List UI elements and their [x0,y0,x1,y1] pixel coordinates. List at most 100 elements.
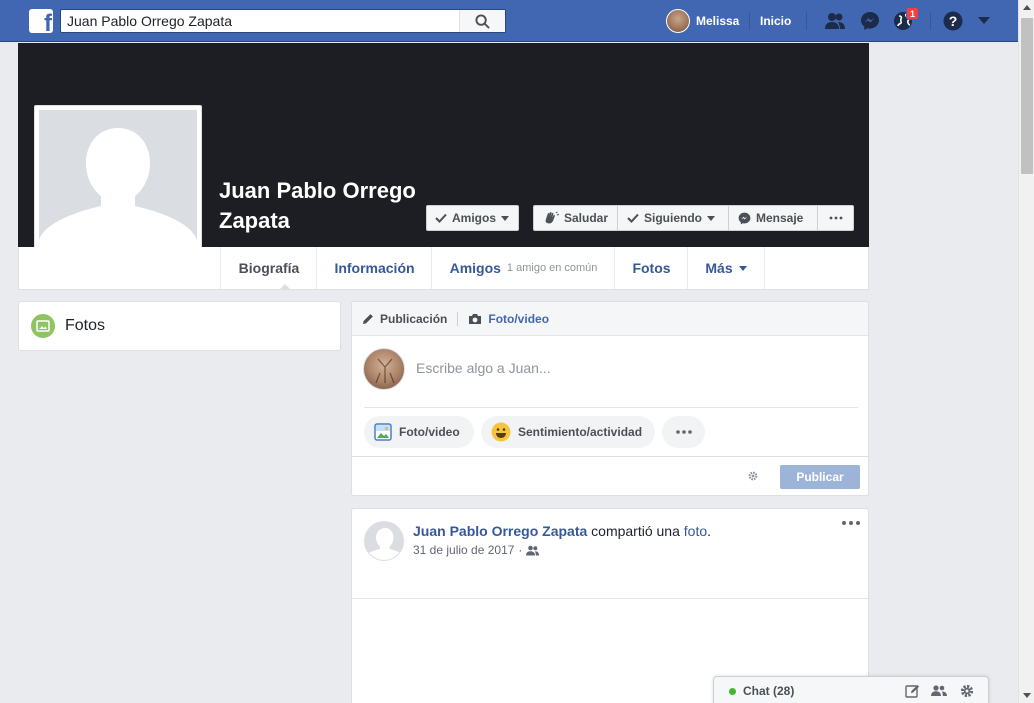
home-link[interactable]: Inicio [760,14,791,28]
tab-label: Más [705,260,733,276]
tab-timeline[interactable]: Biografía [220,247,317,289]
composer-input-area[interactable]: Escribe algo a Juan... [352,336,868,406]
messenger-icon [738,212,751,224]
composer-placeholder: Escribe algo a Juan... [416,360,551,376]
nav-user-link[interactable]: Melissa [666,9,739,33]
checkmark-icon [435,213,447,223]
post-timestamp[interactable]: 31 de julio de 2017 [413,543,514,557]
publish-button-label: Publicar [796,470,844,484]
chat-label: Chat (28) [743,684,795,698]
search-button[interactable] [459,10,505,32]
ellipsis-icon [842,521,846,525]
composer-tabs: Publicación Foto/video [352,302,868,336]
chat-settings-gear-icon[interactable] [959,683,975,699]
profile-tabs: Biografía Información Amigos 1 amigo en … [18,247,869,290]
friends-audience-icon[interactable] [526,545,540,556]
default-avatar-silhouette-icon [39,110,197,269]
post-object-link[interactable]: foto [684,523,707,539]
avatar[interactable] [364,521,404,561]
greet-button[interactable]: Saludar [534,206,618,230]
mutual-friends-count: 1 amigo en común [506,262,598,274]
friend-requests-icon[interactable] [824,10,846,32]
feeling-activity-label: Sentimiento/actividad [518,425,643,439]
messenger-icon[interactable] [859,10,881,32]
tab-label: Biografía [238,260,300,276]
post-meta-separator: · [518,543,523,557]
profile-name: Juan Pablo Orrego Zapata [219,178,416,233]
account-menu-chevron-down-icon[interactable] [973,10,995,32]
nav-divider [930,12,931,30]
photos-card-title: Fotos [65,317,106,334]
wave-hand-icon [545,211,559,224]
post-action-period: . [707,523,712,539]
composer-footer: Publicar [352,456,868,496]
scroll-up-arrow-icon[interactable] [1023,5,1031,10]
post-header: Juan Pablo Orrego Zapata compartió una f… [413,523,711,539]
checkmark-icon [627,213,639,223]
publish-button[interactable]: Publicar [780,465,860,489]
new-message-compose-icon[interactable] [904,683,920,699]
composer-tab-photo[interactable]: Foto/video [468,312,549,326]
chevron-down-icon [707,215,715,221]
facebook-logo-icon[interactable]: f [29,9,53,33]
top-navigation-bar: f Melissa Inicio 1 ? [0,0,1018,42]
scroll-down-arrow-icon[interactable] [1023,693,1031,698]
nav-divider [749,12,750,30]
notifications-badge: 1 [906,7,920,20]
search-icon [475,13,490,29]
help-icon[interactable]: ? [942,10,964,32]
post-author-link[interactable]: Juan Pablo Orrego Zapata [413,523,587,539]
avatar [666,9,690,33]
divider [364,407,858,408]
tab-photos[interactable]: Fotos [614,247,688,289]
tab-friends[interactable]: Amigos 1 amigo en común [431,247,615,289]
chat-bar[interactable]: Chat (28) [713,676,989,703]
tab-label: Fotos [632,260,671,276]
post-action-text: compartió una [591,523,680,539]
following-button[interactable]: Siguiendo [618,206,729,230]
ellipsis-icon [829,216,842,220]
photo-video-button[interactable]: Foto/video [364,416,474,448]
camera-icon [469,313,482,324]
page-scrollbar[interactable] [1018,0,1034,703]
feed-post: Juan Pablo Orrego Zapata compartió una f… [351,508,869,703]
chevron-down-icon [738,265,747,271]
post-composer: Publicación Foto/video Escribe algo a Ju… [351,301,869,496]
nav-user-name: Melissa [696,14,740,28]
ellipsis-icon [849,521,853,525]
friends-button-label: Amigos [452,211,497,225]
search-input[interactable] [61,10,461,32]
tab-about[interactable]: Información [316,247,432,289]
search-box [60,9,506,33]
tab-label: Información [334,260,415,276]
feeling-activity-button[interactable]: Sentimiento/actividad [481,416,655,448]
photos-card[interactable]: Fotos [18,301,341,351]
ellipsis-icon [675,430,692,434]
friends-button[interactable]: Amigos [426,205,519,231]
nav-divider [806,12,807,30]
create-group-icon[interactable] [931,683,947,699]
active-tab-indicator [279,284,291,290]
photo-icon [374,423,392,441]
svg-text:?: ? [949,13,958,29]
settings-gear-icon[interactable] [747,470,759,485]
avatar [363,348,405,390]
following-button-label: Siguiendo [644,211,702,225]
more-composer-options-button[interactable] [662,416,705,448]
divider [352,598,868,599]
composer-tab-post[interactable]: Publicación [362,312,447,326]
smiley-icon [491,422,511,442]
tab-more[interactable]: Más [687,247,765,289]
greet-button-label: Saludar [563,211,608,225]
online-status-dot [729,688,736,695]
post-options-button[interactable] [842,521,860,525]
photos-icon [31,314,55,338]
more-options-button[interactable] [818,206,853,230]
scrollbar-thumb[interactable] [1021,18,1033,174]
message-button[interactable]: Mensaje [729,206,818,230]
photo-video-label: Foto/video [399,425,460,439]
composer-tab-post-label: Publicación [380,311,448,326]
ellipsis-icon [856,521,860,525]
divider [457,311,459,326]
pencil-icon [363,313,373,324]
